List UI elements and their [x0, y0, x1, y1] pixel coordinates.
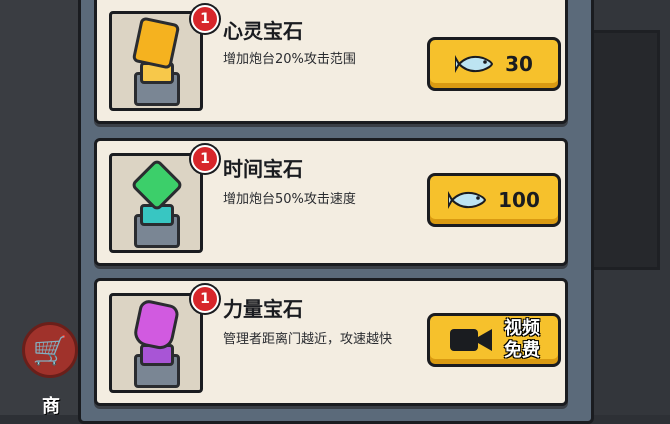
buy-button[interactable]: 100 — [427, 173, 561, 227]
purple-gem-icon — [131, 298, 181, 352]
gem-title: 心灵宝石 — [223, 19, 303, 43]
buy-button[interactable]: 30 — [427, 37, 561, 91]
background-right — [590, 0, 670, 415]
gem-title: 力量宝石 — [223, 297, 303, 321]
watch-video-button[interactable]: 视频 免费 — [427, 313, 561, 367]
gem-description: 增加炮台20%攻击范围 — [223, 52, 356, 67]
gold-gem-icon — [131, 16, 181, 70]
gem-description: 管理者距离门越近，攻速越快 — [223, 332, 393, 347]
count-badge: 1 — [191, 5, 219, 33]
fish-icon — [448, 190, 487, 210]
gem-card-mind: 1 心灵宝石 增加炮台20%攻击范围 30 — [94, 0, 568, 124]
gem-card-time: 1 时间宝石 增加炮台50%攻击速度 100 — [94, 138, 568, 266]
video-label-line2: 免费 — [504, 340, 540, 361]
background-left: 🛒 商 — [0, 0, 80, 417]
count-badge: 1 — [191, 145, 219, 173]
gem-thumbnail — [109, 11, 203, 111]
price-label: 30 — [505, 52, 533, 76]
video-label-line1: 视频 — [504, 318, 540, 339]
price-label: 100 — [498, 188, 540, 212]
gem-thumbnail — [109, 153, 203, 253]
shop-cart-icon[interactable]: 🛒 — [22, 322, 78, 378]
count-badge: 1 — [191, 285, 219, 313]
shop-label: 商 — [42, 396, 60, 417]
gem-title: 时间宝石 — [223, 157, 303, 181]
door-frame — [590, 30, 660, 270]
gem-description: 增加炮台50%攻击速度 — [223, 192, 356, 207]
gem-card-power: 1 力量宝石 管理者距离门越近，攻速越快 视频 免费 — [94, 278, 568, 406]
gem-thumbnail — [109, 293, 203, 393]
video-camera-icon — [450, 329, 492, 351]
fish-icon — [455, 54, 494, 74]
green-gem-icon — [130, 158, 184, 212]
video-free-label: 视频 免费 — [504, 318, 540, 362]
